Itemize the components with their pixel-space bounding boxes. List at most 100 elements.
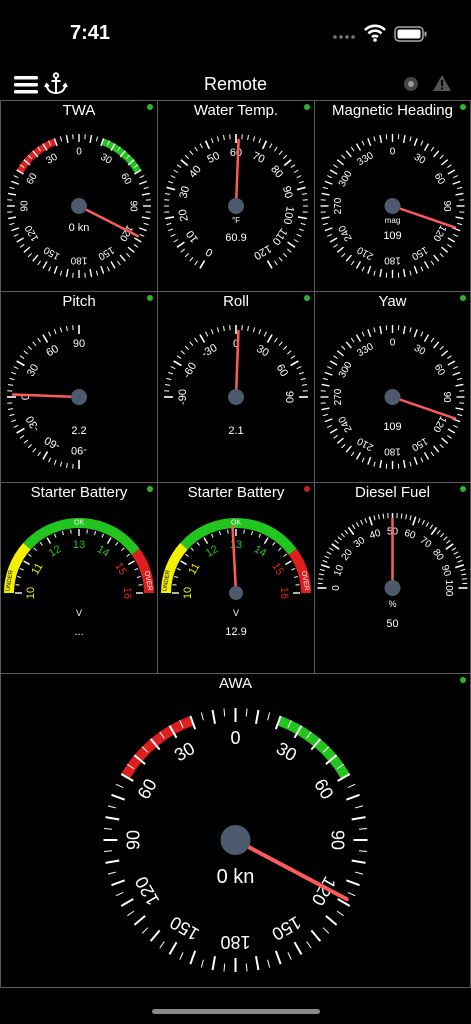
minor-tick [252,327,256,333]
major-tick [413,265,418,274]
major-tick [455,192,464,196]
gauge-unit: °F [232,216,240,225]
major-tick [441,437,449,444]
minor-tick [327,366,332,370]
gauge-twa[interactable]: 0 30 60 90 120 150 180 150 120 90 60 30 0 kn TWA [0,100,158,292]
gauge-readout: 60.9 [225,232,246,244]
minor-tick [66,326,68,332]
minor-tick [296,233,302,237]
major-tick [329,360,338,366]
minor-tick [173,169,179,173]
major-tick [355,261,362,269]
minor-tick [184,553,189,557]
minor-tick [409,270,412,276]
major-tick [65,268,69,278]
minor-tick [420,331,424,337]
major-tick [287,241,296,248]
minor-tick [223,963,226,972]
gauge-yaw[interactable]: 0 30 60 90 120 150 180 210 240 270 300 330 109 Yaw [314,291,471,483]
minor-tick [37,337,41,343]
scale-label: -60 [181,361,199,381]
minor-tick [179,952,184,960]
major-tick [266,260,273,269]
minor-tick [324,555,330,559]
minor-tick [189,150,194,155]
gauge-starter-battery-2[interactable]: OK OVER UNDER 10 11 12 13 14 15 16 V 12.9 Starter Ba… [157,482,315,674]
major-tick [433,254,440,262]
minor-tick [453,366,458,370]
scale-label: 90 [441,391,452,403]
scale-label: 40 [187,163,204,180]
minor-tick [278,341,283,346]
minor-tick [373,327,376,333]
minor-tick [263,331,267,337]
major-tick [263,537,269,544]
minor-tick [409,461,412,467]
warning-icon[interactable] [432,74,452,92]
major-tick [105,816,120,821]
minor-tick [269,143,273,149]
minor-tick [460,568,466,572]
minor-tick [199,143,203,149]
gauge-water-temp[interactable]: 0 10 20 30 40 50 60 70 80 90 100 110 120 °F 60.9 Water … [157,100,315,292]
minor-tick [223,708,226,717]
major-tick [321,383,330,387]
minor-tick [293,169,299,173]
scale-label: 15 [112,561,129,578]
minor-tick [283,253,288,258]
scale-label: -30 [24,414,42,434]
minor-tick [17,575,22,578]
gauge-readout: 109 [383,230,401,242]
gauge-starter-battery-1[interactable]: OK OVER UNDER 10 11 12 13 14 15 16 V... Starter Bat… [0,482,158,674]
minor-tick [115,541,119,546]
gauge-magnetic-heading[interactable]: 0 30 60 90 120 150 180 210 240 270 300 330 mag 109 Mag… [314,100,471,292]
minor-tick [48,457,52,463]
home-indicator[interactable] [152,1009,320,1014]
record-dot-icon[interactable] [403,76,419,92]
major-tick [7,192,17,196]
minor-tick [86,529,88,534]
minor-tick [23,439,28,444]
minor-tick [139,175,145,179]
gauge-roll[interactable]: -90 -60 -30 0 30 60 90 2.1 Roll [157,291,315,483]
minor-tick [274,146,278,152]
status-dot [147,104,153,110]
scale-label: 90 [73,338,85,350]
minor-tick [184,345,189,350]
major-tick [455,407,464,411]
major-tick [204,140,211,150]
minor-tick [327,424,332,428]
minor-tick [278,257,283,262]
gauge-needle [231,524,238,595]
minor-tick [33,547,37,551]
minor-tick [200,959,204,968]
scale-label: 180 [384,446,401,457]
minor-tick [70,529,72,534]
major-tick [379,268,383,278]
minor-tick [425,522,430,527]
major-tick [346,879,360,887]
gauge-diesel-fuel[interactable]: 0102030405060708090100%50Diesel Fuel [314,482,471,674]
major-tick [297,216,308,220]
gauge-readout: 50 [386,618,398,630]
major-tick [141,192,151,196]
minor-tick [13,424,19,428]
major-tick [189,950,197,965]
gauge-dial: 0 30 60 90 120150 180 210240 270 300330 mag 109 [320,134,465,278]
gauge-awa[interactable]: 0 30 60 90 120 150 180 150 120 90 60 30 0 kn AWA [0,673,471,988]
gauge-dial: 0102030405060708090100%50 [317,513,468,630]
scale-label: -30 [200,342,220,360]
minor-tick [360,519,364,525]
minor-tick [166,377,172,381]
gauge-pitch[interactable]: 90 60 30 0 -30 -60 -90 2.2 Pitch [0,291,158,483]
minor-tick [443,536,448,541]
minor-tick [420,457,424,463]
major-tick [441,350,449,357]
minor-tick [301,384,307,386]
minor-tick [326,551,332,555]
minor-tick [350,260,355,266]
minor-tick [143,222,149,226]
minor-tick [457,559,463,563]
minor-tick [115,783,124,789]
minor-tick [194,260,198,266]
